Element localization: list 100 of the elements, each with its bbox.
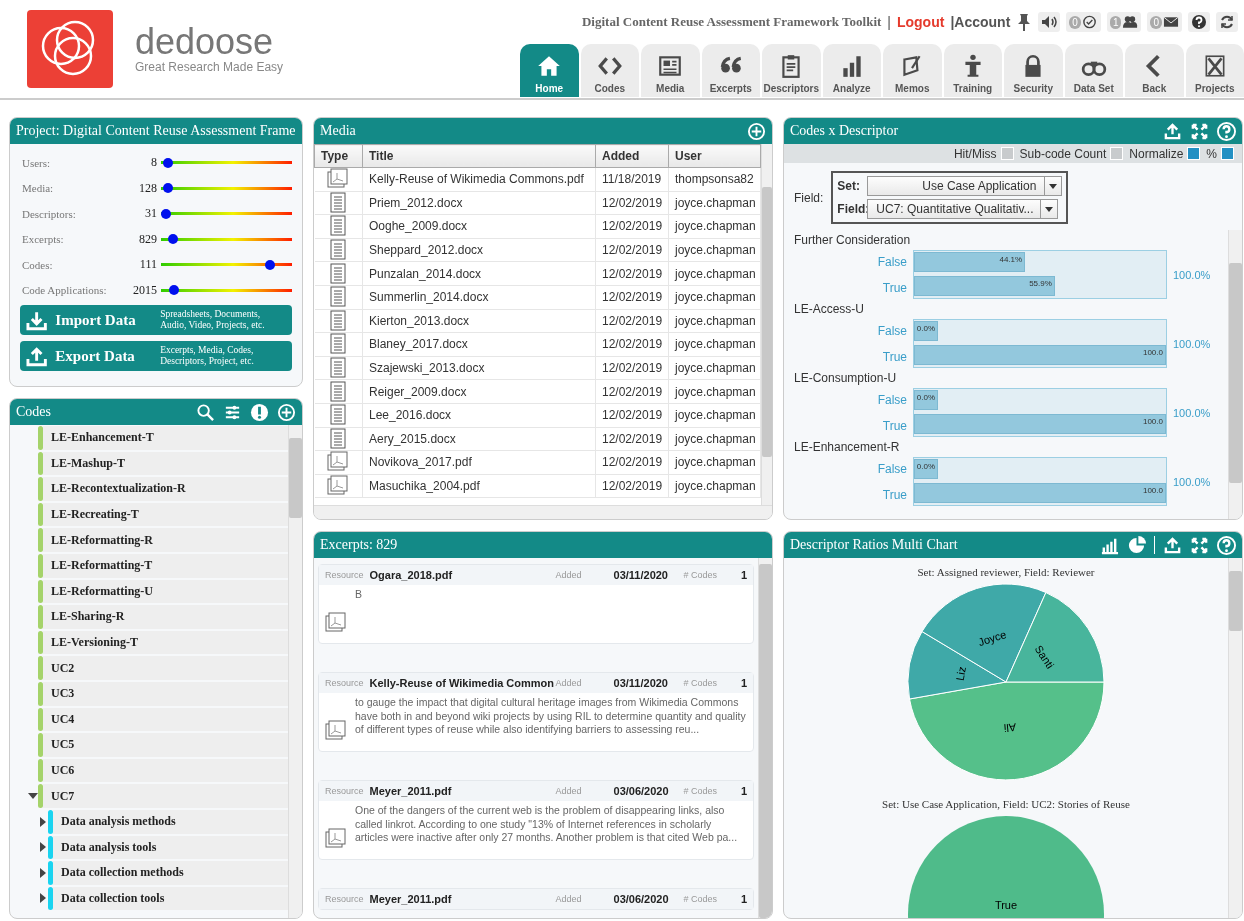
stat-label: Media: <box>22 182 55 195</box>
table-cell: Kierton_2013.docx <box>362 309 596 333</box>
table-cell: Aery_2015.docx <box>362 427 596 451</box>
code-item[interactable]: LE-Mashup-T <box>43 451 288 476</box>
nav-tab[interactable]: Data Set <box>1064 44 1123 97</box>
checkbox[interactable] <box>1110 147 1124 160</box>
excerpt-card[interactable] <box>318 672 754 752</box>
code-item[interactable]: LE-Sharing-R <box>43 605 288 629</box>
alert-icon[interactable] <box>250 402 269 422</box>
nav-tab[interactable]: Descriptors <box>762 44 821 97</box>
nav-tab[interactable]: Codes <box>580 44 639 97</box>
code-item[interactable]: UC4 <box>43 707 288 732</box>
pin-icon[interactable] <box>1016 13 1033 31</box>
account-link[interactable]: |Account <box>950 14 1011 30</box>
stat-value: 31 <box>143 206 157 222</box>
scrollbar[interactable] <box>758 558 772 918</box>
expand-caret-icon[interactable] <box>38 842 48 853</box>
nav-tab[interactable]: Excerpts <box>701 44 760 97</box>
slice-label: Liz <box>953 665 968 682</box>
table-cell: Kelly-Reuse of Wikimedia Commons.pdf <box>362 167 596 192</box>
excerpt-card[interactable] <box>318 780 754 860</box>
nav-tab[interactable]: Memos <box>883 44 942 97</box>
code-item[interactable]: Data collection methods <box>53 861 288 885</box>
code-item[interactable]: Data analysis tools <box>53 835 288 860</box>
expand-caret-icon[interactable] <box>38 816 48 827</box>
checkbox[interactable] <box>1187 147 1201 160</box>
add-icon[interactable] <box>747 121 766 141</box>
nav-tab[interactable]: Home <box>520 44 579 97</box>
column-header[interactable]: User <box>668 144 761 168</box>
scrollbar[interactable] <box>288 425 302 918</box>
code-item[interactable]: LE-Recreating-T <box>43 502 288 527</box>
field-label: # Codes <box>683 894 718 904</box>
code-item[interactable]: LE-Recontextualization-R <box>43 477 288 501</box>
import-button[interactable]: Import Data Spreadsheets, Documents, Audio, Video, Projects, etc. <box>20 305 292 335</box>
code-item[interactable]: UC6 <box>43 758 288 783</box>
nav-tab[interactable]: Back <box>1125 44 1184 97</box>
bar-label: True <box>882 348 907 366</box>
dropdown[interactable]: UC7: Quantitative Qualitativ... <box>867 199 1059 219</box>
column-header[interactable]: Type <box>314 144 363 168</box>
scrollbar[interactable] <box>1228 230 1242 519</box>
code-item[interactable]: UC7 <box>43 784 288 808</box>
table-cell: Blaney_2017.docx <box>362 332 596 357</box>
expand-caret-icon[interactable] <box>38 893 48 904</box>
code-item[interactable]: LE-Enhancement-T <box>43 426 288 450</box>
download-icon <box>26 309 48 331</box>
option-label: Hit/Miss <box>953 146 997 161</box>
code-name: LE-Access-U <box>794 301 865 318</box>
code-item[interactable]: LE-Reformatting-R <box>43 528 288 552</box>
code-item[interactable]: Data collection tools <box>53 886 288 911</box>
bar-label: True <box>882 417 907 435</box>
nav-tab[interactable]: Training <box>943 44 1002 97</box>
excerpt-card[interactable]: Resource Meyer_2011.pdf Added 03/06/2020 # Codes 1 <box>318 888 754 910</box>
code-item[interactable]: LE-Versioning-T <box>43 630 288 655</box>
bar-label: False <box>877 253 907 271</box>
upload-icon[interactable] <box>1163 121 1182 141</box>
bar-fill: 100.0 <box>914 414 1166 434</box>
pie-chart-icon[interactable] <box>1127 535 1146 555</box>
code-item[interactable]: LE-Reformatting-U <box>43 579 288 604</box>
stat-value: 111 <box>138 257 157 273</box>
bar-fill: 0.0% <box>914 390 938 410</box>
code-item[interactable]: LE-Reformatting-T <box>43 553 288 578</box>
stat-label: Code Applications: <box>22 284 108 297</box>
fullscreen-icon[interactable] <box>1190 121 1209 141</box>
column-header[interactable]: Added <box>595 144 669 168</box>
nav-tab[interactable]: Projects <box>1185 44 1244 97</box>
logo-icon[interactable] <box>27 10 113 88</box>
code-item[interactable]: UC2 <box>43 656 288 680</box>
excerpt-card[interactable]: Resource Ogara_2018.pdf Added 03/11/2020 # Codes 1 B <box>318 564 754 644</box>
code-item[interactable]: UC3 <box>43 681 288 706</box>
checkbox[interactable] <box>1000 147 1014 160</box>
stat-value: 128 <box>137 180 157 196</box>
panel-title: Codes x Descriptor <box>790 123 900 139</box>
field-label: Added <box>555 678 583 688</box>
dropdown[interactable]: Use Case Application <box>867 176 1063 196</box>
nav-tab[interactable]: Security <box>1004 44 1063 97</box>
code-item[interactable]: UC5 <box>43 733 288 757</box>
panel-title: Codes <box>16 404 52 420</box>
help-icon[interactable] <box>1188 12 1210 32</box>
scrollbar[interactable] <box>761 144 772 505</box>
upload-icon[interactable] <box>1163 535 1182 555</box>
resource-name: Meyer_2011.pdf <box>369 785 453 797</box>
checkbox[interactable] <box>1221 147 1234 160</box>
scrollbar[interactable] <box>1228 558 1242 918</box>
column-header[interactable]: Title <box>362 144 596 168</box>
refresh-icon[interactable] <box>1216 12 1238 32</box>
export-button[interactable]: Export Data Excerpts, Media, Codes, Descriptors, Project, etc. <box>20 341 292 371</box>
code-item[interactable]: Data analysis methods <box>53 809 288 834</box>
logout-link[interactable]: Logout <box>896 14 945 30</box>
expand-caret-icon[interactable] <box>38 867 48 878</box>
stat-label: Excerpts: <box>22 233 65 246</box>
add-icon[interactable] <box>277 402 296 422</box>
panel-title: Project: Digital Content Reuse Assessment Frame <box>16 123 296 139</box>
stat-value: 2015 <box>131 282 157 298</box>
fullscreen-icon[interactable] <box>1190 535 1209 555</box>
nav-tab[interactable]: Analyze <box>822 44 881 97</box>
pdf-file-icon <box>325 612 347 634</box>
scrollbar[interactable] <box>314 505 772 519</box>
nav-tab[interactable]: Media <box>641 44 700 97</box>
search-icon[interactable] <box>196 402 215 422</box>
speaker-icon[interactable] <box>1038 12 1061 32</box>
